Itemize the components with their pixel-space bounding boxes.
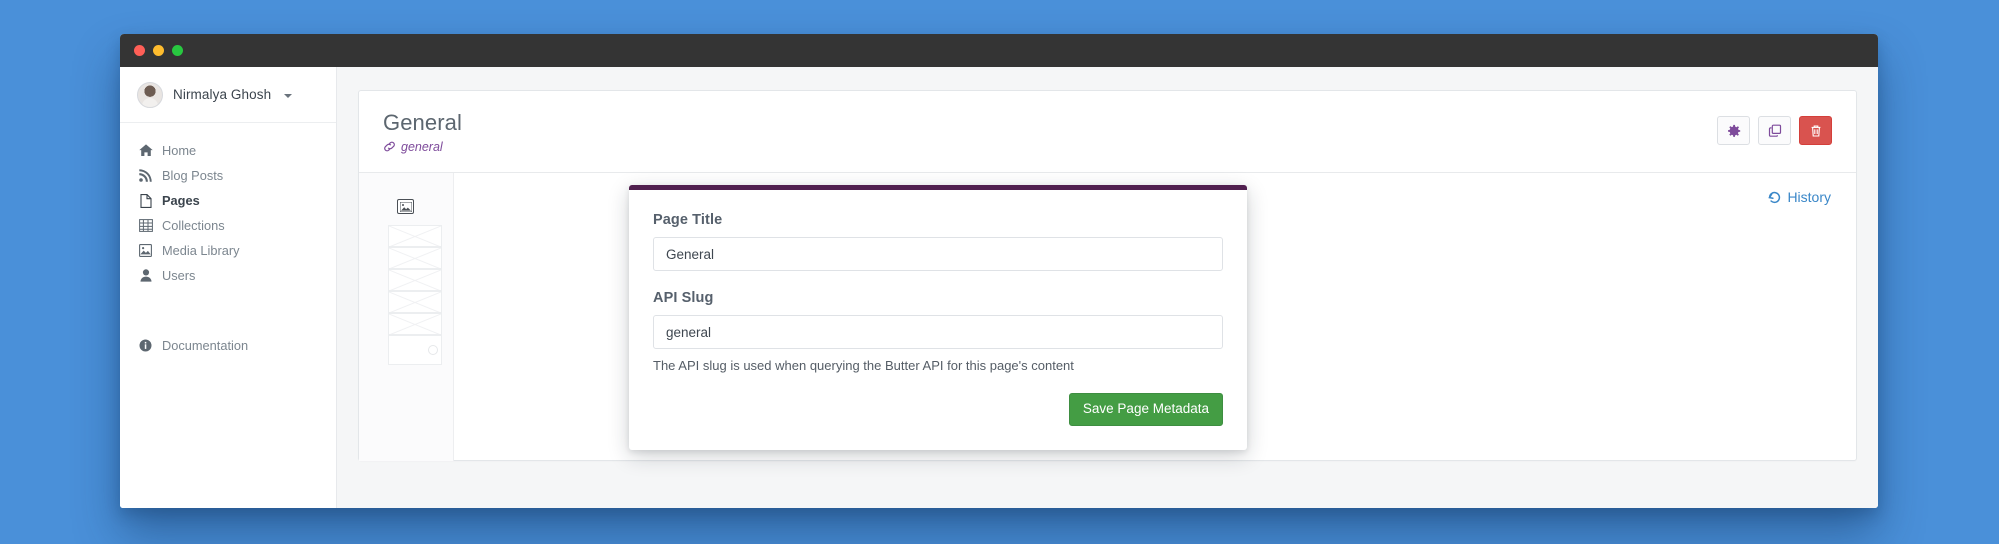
browser-window: Nirmalya Ghosh Home Blog Posts Pages Col… xyxy=(120,34,1878,508)
page-title-label: Page Title xyxy=(653,212,723,228)
rail-placeholder-box xyxy=(388,291,442,313)
trash-icon xyxy=(1809,124,1823,138)
sidebar-item-label: Users xyxy=(162,268,196,283)
history-icon xyxy=(1767,190,1782,205)
sidebar-item-media-library[interactable]: Media Library xyxy=(120,238,336,263)
api-slug-label: API Slug xyxy=(653,290,714,306)
card-header: General general xyxy=(359,91,1856,173)
sidebar-item-label: Collections xyxy=(162,218,225,233)
sidebar-item-pages[interactable]: Pages xyxy=(120,188,336,213)
maximize-window-button[interactable] xyxy=(172,45,183,56)
sidebar-item-label: Blog Posts xyxy=(162,168,224,183)
history-link[interactable]: History xyxy=(1767,189,1831,205)
gear-icon xyxy=(1727,124,1741,138)
copy-icon xyxy=(1768,124,1782,138)
rail-placeholder-box xyxy=(388,247,442,269)
api-slug-help-text: The API slug is used when querying the B… xyxy=(653,358,1074,373)
app-shell: Nirmalya Ghosh Home Blog Posts Pages Col… xyxy=(120,67,1878,508)
card-body: History Page Title API Slug The API slug… xyxy=(359,173,1856,461)
home-icon xyxy=(138,144,153,157)
rail-placeholder-box xyxy=(388,269,442,291)
sidebar-item-label: Documentation xyxy=(162,338,249,353)
page-title-input[interactable] xyxy=(653,237,1223,271)
main-content: General general History Page Title Gener… xyxy=(337,67,1878,508)
sidebar-item-collections[interactable]: Collections xyxy=(120,213,336,238)
rail-placeholder-stack xyxy=(388,225,442,365)
minimize-window-button[interactable] xyxy=(153,45,164,56)
page-slug: general xyxy=(383,140,462,154)
delete-button[interactable] xyxy=(1799,116,1832,145)
table-icon xyxy=(138,219,153,232)
window-titlebar xyxy=(120,34,1878,67)
api-slug-input[interactable] xyxy=(653,315,1223,349)
rail-placeholder-box xyxy=(388,313,442,335)
modal-footer: Save Page Metadata xyxy=(653,393,1223,426)
sidebar-item-label: Media Library xyxy=(162,243,240,258)
file-icon xyxy=(138,193,153,208)
sidebar-nav: Home Blog Posts Pages Collections Media … xyxy=(120,123,336,358)
page-card: General general History Page Title Gener… xyxy=(358,90,1857,461)
settings-button[interactable] xyxy=(1717,116,1750,145)
page-metadata-modal: Page Title API Slug The API slug is used… xyxy=(629,185,1247,450)
sidebar-item-users[interactable]: Users xyxy=(120,263,336,288)
rail-placeholder-box xyxy=(388,225,442,247)
sidebar: Nirmalya Ghosh Home Blog Posts Pages Col… xyxy=(120,67,337,508)
user-icon xyxy=(138,269,153,282)
sidebar-item-home[interactable]: Home xyxy=(120,138,336,163)
close-window-button[interactable] xyxy=(134,45,145,56)
user-menu[interactable]: Nirmalya Ghosh xyxy=(120,67,336,123)
page-title: General xyxy=(383,110,462,135)
save-page-metadata-button[interactable]: Save Page Metadata xyxy=(1068,393,1223,426)
sidebar-item-documentation[interactable]: Documentation xyxy=(120,333,336,358)
sidebar-item-label: Pages xyxy=(162,193,200,208)
avatar xyxy=(137,81,163,108)
duplicate-button[interactable] xyxy=(1758,116,1791,145)
history-label: History xyxy=(1787,189,1831,205)
editor-rail xyxy=(359,173,454,461)
header-actions xyxy=(1717,110,1832,145)
page-slug-text: general xyxy=(401,139,443,154)
link-icon xyxy=(383,140,396,153)
sidebar-item-blog-posts[interactable]: Blog Posts xyxy=(120,163,336,188)
image-placeholder-icon xyxy=(397,199,414,214)
rail-placeholder-circle xyxy=(388,335,442,365)
page-heading-group: General general xyxy=(383,110,462,154)
image-icon xyxy=(138,244,153,257)
sidebar-item-label: Home xyxy=(162,143,197,158)
user-name: Nirmalya Ghosh xyxy=(173,87,272,102)
chevron-down-icon xyxy=(284,93,293,98)
info-circle-icon xyxy=(138,339,153,352)
rss-icon xyxy=(138,169,153,182)
